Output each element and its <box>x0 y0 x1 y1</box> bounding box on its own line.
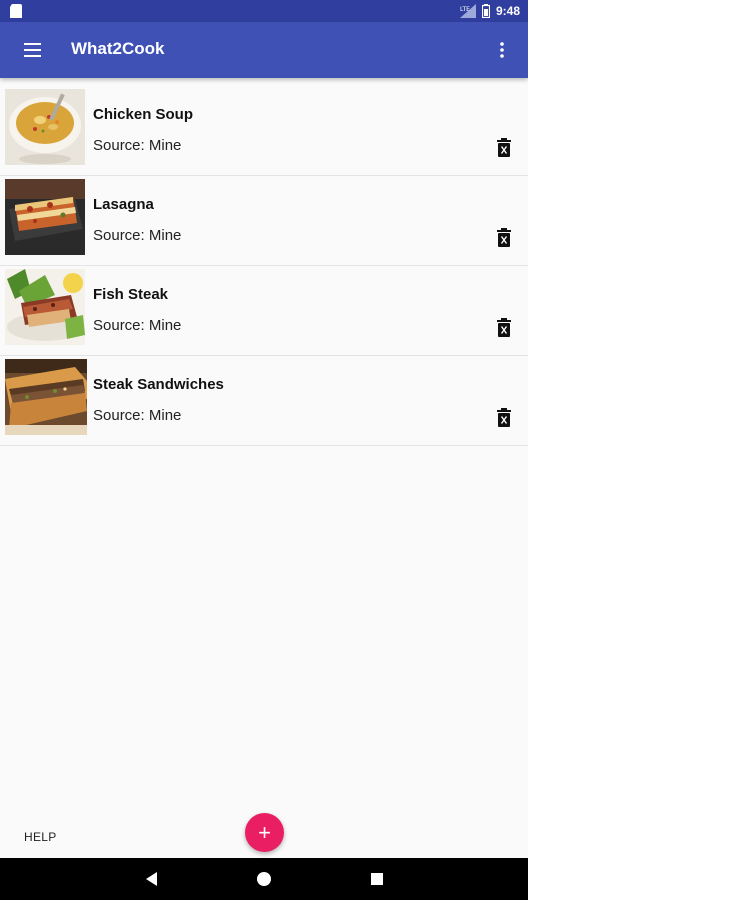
system-nav-bar <box>0 858 528 900</box>
status-bar: LTE 9:48 <box>0 0 528 22</box>
home-button[interactable] <box>254 869 274 889</box>
home-circle-icon <box>257 872 271 886</box>
delete-icon <box>497 228 511 247</box>
recipe-name: Fish Steak <box>93 286 169 303</box>
recents-button[interactable] <box>367 869 387 889</box>
recipe-list: Chicken Soup Source: Mine Lasagna Source… <box>0 86 528 446</box>
add-recipe-fab[interactable]: + <box>245 813 284 852</box>
app-title: What2Cook <box>71 39 165 58</box>
menu-button[interactable] <box>14 38 50 62</box>
device-screen: LTE 9:48 What2Cook Chicken Soup Source: … <box>0 0 528 900</box>
recipe-name: Lasagna <box>93 196 154 213</box>
delete-button[interactable] <box>496 228 512 248</box>
back-triangle-icon <box>146 872 157 886</box>
chicken-soup-photo <box>5 89 85 165</box>
more-vert-icon <box>500 42 504 58</box>
recipe-source: Source: Mine <box>93 317 182 334</box>
overflow-menu-button[interactable] <box>490 38 514 62</box>
battery-icon <box>481 4 490 18</box>
plus-icon: + <box>258 819 271 845</box>
delete-button[interactable] <box>496 408 512 428</box>
delete-icon <box>497 318 511 337</box>
recipe-name: Chicken Soup <box>93 106 194 123</box>
delete-button[interactable] <box>496 138 512 158</box>
list-item[interactable]: Steak Sandwiches Source: Mine <box>0 356 528 446</box>
recipe-source: Source: Mine <box>93 227 182 244</box>
help-button[interactable]: HELP <box>24 830 57 844</box>
delete-icon <box>497 408 511 427</box>
list-item[interactable]: Fish Steak Source: Mine <box>0 266 528 356</box>
recipe-source: Source: Mine <box>93 407 182 424</box>
back-button[interactable] <box>142 869 162 889</box>
sd-card-icon <box>10 4 22 18</box>
delete-button[interactable] <box>496 318 512 338</box>
steak-sandwich-photo <box>5 359 87 435</box>
list-item[interactable]: Chicken Soup Source: Mine <box>0 86 528 176</box>
fish-steak-photo <box>5 269 85 345</box>
list-item[interactable]: Lasagna Source: Mine <box>0 176 528 266</box>
clock: 9:48 <box>495 4 520 18</box>
hamburger-menu-icon <box>24 43 41 57</box>
svg-text:LTE: LTE <box>460 6 470 13</box>
recents-square-icon <box>371 873 383 885</box>
lasagna-photo <box>5 179 85 255</box>
signal-icon: LTE <box>459 4 476 18</box>
recipe-source: Source: Mine <box>93 137 182 154</box>
app-bar: What2Cook <box>0 22 528 78</box>
recipe-name: Steak Sandwiches <box>93 376 224 393</box>
status-icons: LTE 9:48 <box>459 3 520 19</box>
delete-icon <box>497 138 511 157</box>
